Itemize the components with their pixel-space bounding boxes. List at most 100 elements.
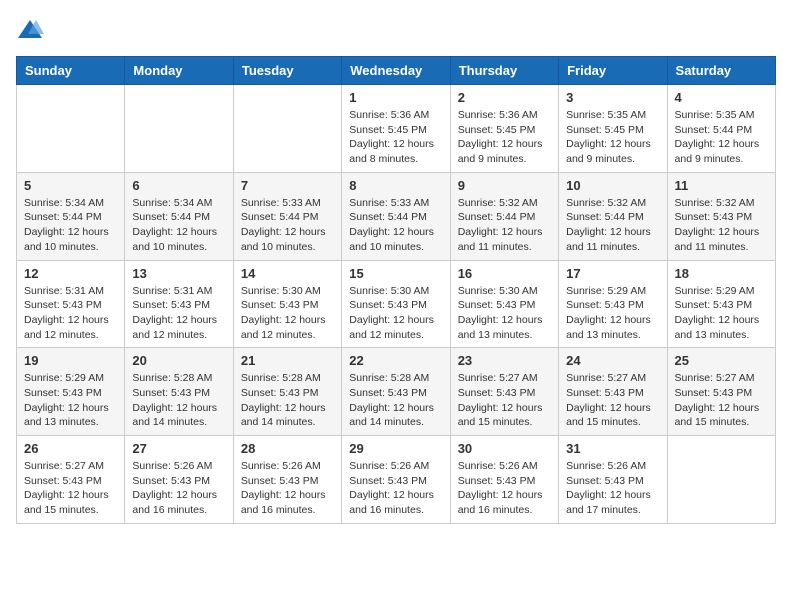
day-info: Sunrise: 5:36 AM Sunset: 5:45 PM Dayligh… xyxy=(349,108,442,167)
day-number: 7 xyxy=(241,178,334,193)
calendar-cell xyxy=(125,85,233,173)
weekday-header-cell: Monday xyxy=(125,57,233,85)
day-info: Sunrise: 5:35 AM Sunset: 5:44 PM Dayligh… xyxy=(675,108,768,167)
day-number: 24 xyxy=(566,353,659,368)
calendar-table: SundayMondayTuesdayWednesdayThursdayFrid… xyxy=(16,56,776,524)
day-number: 14 xyxy=(241,266,334,281)
day-number: 15 xyxy=(349,266,442,281)
day-number: 27 xyxy=(132,441,225,456)
day-number: 25 xyxy=(675,353,768,368)
calendar-cell: 3 Sunrise: 5:35 AM Sunset: 5:45 PM Daylig… xyxy=(559,85,667,173)
day-number: 18 xyxy=(675,266,768,281)
day-number: 1 xyxy=(349,90,442,105)
weekday-header-cell: Tuesday xyxy=(233,57,341,85)
logo-icon xyxy=(16,16,44,44)
weekday-header-row: SundayMondayTuesdayWednesdayThursdayFrid… xyxy=(17,57,776,85)
calendar-cell: 14 Sunrise: 5:30 AM Sunset: 5:43 PM Dayli… xyxy=(233,260,341,348)
day-info: Sunrise: 5:32 AM Sunset: 5:43 PM Dayligh… xyxy=(675,196,768,255)
calendar-cell: 1 Sunrise: 5:36 AM Sunset: 5:45 PM Daylig… xyxy=(342,85,450,173)
calendar-cell: 9 Sunrise: 5:32 AM Sunset: 5:44 PM Daylig… xyxy=(450,172,558,260)
day-info: Sunrise: 5:28 AM Sunset: 5:43 PM Dayligh… xyxy=(132,371,225,430)
day-number: 22 xyxy=(349,353,442,368)
calendar-week-row: 19 Sunrise: 5:29 AM Sunset: 5:43 PM Dayli… xyxy=(17,348,776,436)
day-number: 9 xyxy=(458,178,551,193)
day-info: Sunrise: 5:26 AM Sunset: 5:43 PM Dayligh… xyxy=(566,459,659,518)
day-info: Sunrise: 5:26 AM Sunset: 5:43 PM Dayligh… xyxy=(458,459,551,518)
calendar-cell: 12 Sunrise: 5:31 AM Sunset: 5:43 PM Dayli… xyxy=(17,260,125,348)
calendar-cell xyxy=(667,436,775,524)
day-info: Sunrise: 5:26 AM Sunset: 5:43 PM Dayligh… xyxy=(241,459,334,518)
calendar-cell: 20 Sunrise: 5:28 AM Sunset: 5:43 PM Dayli… xyxy=(125,348,233,436)
calendar-cell: 5Sunrise: 5:34 AM Sunset: 5:44 PM Daylig… xyxy=(17,172,125,260)
calendar-cell: 6Sunrise: 5:34 AM Sunset: 5:44 PM Daylig… xyxy=(125,172,233,260)
day-info: Sunrise: 5:33 AM Sunset: 5:44 PM Dayligh… xyxy=(349,196,442,255)
calendar-cell: 4 Sunrise: 5:35 AM Sunset: 5:44 PM Daylig… xyxy=(667,85,775,173)
day-info: Sunrise: 5:33 AM Sunset: 5:44 PM Dayligh… xyxy=(241,196,334,255)
calendar-cell xyxy=(233,85,341,173)
day-info: Sunrise: 5:30 AM Sunset: 5:43 PM Dayligh… xyxy=(349,284,442,343)
calendar-cell: 24Sunrise: 5:27 AM Sunset: 5:43 PM Dayli… xyxy=(559,348,667,436)
day-number: 20 xyxy=(132,353,225,368)
day-info: Sunrise: 5:36 AM Sunset: 5:45 PM Dayligh… xyxy=(458,108,551,167)
calendar-cell: 2 Sunrise: 5:36 AM Sunset: 5:45 PM Daylig… xyxy=(450,85,558,173)
calendar-cell: 30 Sunrise: 5:26 AM Sunset: 5:43 PM Dayli… xyxy=(450,436,558,524)
day-number: 29 xyxy=(349,441,442,456)
day-info: Sunrise: 5:35 AM Sunset: 5:45 PM Dayligh… xyxy=(566,108,659,167)
calendar-cell: 10Sunrise: 5:32 AM Sunset: 5:44 PM Dayli… xyxy=(559,172,667,260)
calendar-cell: 8Sunrise: 5:33 AM Sunset: 5:44 PM Daylig… xyxy=(342,172,450,260)
day-info: Sunrise: 5:26 AM Sunset: 5:43 PM Dayligh… xyxy=(132,459,225,518)
calendar-cell: 13Sunrise: 5:31 AM Sunset: 5:43 PM Dayli… xyxy=(125,260,233,348)
day-number: 30 xyxy=(458,441,551,456)
day-number: 11 xyxy=(675,178,768,193)
day-info: Sunrise: 5:34 AM Sunset: 5:44 PM Dayligh… xyxy=(132,196,225,255)
day-number: 5 xyxy=(24,178,117,193)
calendar-cell: 21 Sunrise: 5:28 AM Sunset: 5:43 PM Dayli… xyxy=(233,348,341,436)
day-info: Sunrise: 5:32 AM Sunset: 5:44 PM Dayligh… xyxy=(566,196,659,255)
day-info: Sunrise: 5:27 AM Sunset: 5:43 PM Dayligh… xyxy=(675,371,768,430)
calendar-cell: 29 Sunrise: 5:26 AM Sunset: 5:43 PM Dayli… xyxy=(342,436,450,524)
day-number: 17 xyxy=(566,266,659,281)
day-info: Sunrise: 5:29 AM Sunset: 5:43 PM Dayligh… xyxy=(24,371,117,430)
calendar-week-row: 12 Sunrise: 5:31 AM Sunset: 5:43 PM Dayli… xyxy=(17,260,776,348)
calendar-cell xyxy=(17,85,125,173)
calendar-cell: 16Sunrise: 5:30 AM Sunset: 5:43 PM Dayli… xyxy=(450,260,558,348)
calendar-week-row: 1 Sunrise: 5:36 AM Sunset: 5:45 PM Daylig… xyxy=(17,85,776,173)
calendar-body: 1 Sunrise: 5:36 AM Sunset: 5:45 PM Daylig… xyxy=(17,85,776,524)
calendar-cell: 17 Sunrise: 5:29 AM Sunset: 5:43 PM Dayli… xyxy=(559,260,667,348)
day-info: Sunrise: 5:27 AM Sunset: 5:43 PM Dayligh… xyxy=(24,459,117,518)
day-info: Sunrise: 5:27 AM Sunset: 5:43 PM Dayligh… xyxy=(458,371,551,430)
calendar-week-row: 5 Sunrise: 5:34 AM Sunset: 5:44 PM Daylig… xyxy=(17,172,776,260)
weekday-header-cell: Sunday xyxy=(17,57,125,85)
day-number: 28 xyxy=(241,441,334,456)
calendar-cell: 7 Sunrise: 5:33 AM Sunset: 5:44 PM Daylig… xyxy=(233,172,341,260)
calendar-cell: 11 Sunrise: 5:32 AM Sunset: 5:43 PM Dayli… xyxy=(667,172,775,260)
calendar-cell: 23 Sunrise: 5:27 AM Sunset: 5:43 PM Dayli… xyxy=(450,348,558,436)
calendar-cell: 27 Sunrise: 5:26 AM Sunset: 5:43 PM Dayli… xyxy=(125,436,233,524)
calendar-cell: 15 Sunrise: 5:30 AM Sunset: 5:43 PM Dayli… xyxy=(342,260,450,348)
calendar-cell: 31Sunrise: 5:26 AM Sunset: 5:43 PM Dayli… xyxy=(559,436,667,524)
day-number: 3 xyxy=(566,90,659,105)
day-number: 12 xyxy=(24,266,117,281)
day-info: Sunrise: 5:29 AM Sunset: 5:43 PM Dayligh… xyxy=(566,284,659,343)
calendar-cell: 28 Sunrise: 5:26 AM Sunset: 5:43 PM Dayli… xyxy=(233,436,341,524)
day-number: 13 xyxy=(132,266,225,281)
calendar-cell: 25 Sunrise: 5:27 AM Sunset: 5:43 PM Dayli… xyxy=(667,348,775,436)
weekday-header-cell: Friday xyxy=(559,57,667,85)
calendar-cell: 18Sunrise: 5:29 AM Sunset: 5:43 PM Dayli… xyxy=(667,260,775,348)
day-number: 23 xyxy=(458,353,551,368)
day-info: Sunrise: 5:26 AM Sunset: 5:43 PM Dayligh… xyxy=(349,459,442,518)
day-number: 2 xyxy=(458,90,551,105)
calendar-cell: 22Sunrise: 5:28 AM Sunset: 5:43 PM Dayli… xyxy=(342,348,450,436)
day-number: 19 xyxy=(24,353,117,368)
day-number: 21 xyxy=(241,353,334,368)
day-info: Sunrise: 5:28 AM Sunset: 5:43 PM Dayligh… xyxy=(241,371,334,430)
day-info: Sunrise: 5:31 AM Sunset: 5:43 PM Dayligh… xyxy=(24,284,117,343)
calendar-cell: 26Sunrise: 5:27 AM Sunset: 5:43 PM Dayli… xyxy=(17,436,125,524)
page-header xyxy=(16,16,776,44)
weekday-header-cell: Wednesday xyxy=(342,57,450,85)
day-number: 16 xyxy=(458,266,551,281)
day-number: 4 xyxy=(675,90,768,105)
day-info: Sunrise: 5:30 AM Sunset: 5:43 PM Dayligh… xyxy=(241,284,334,343)
day-info: Sunrise: 5:32 AM Sunset: 5:44 PM Dayligh… xyxy=(458,196,551,255)
weekday-header-cell: Thursday xyxy=(450,57,558,85)
